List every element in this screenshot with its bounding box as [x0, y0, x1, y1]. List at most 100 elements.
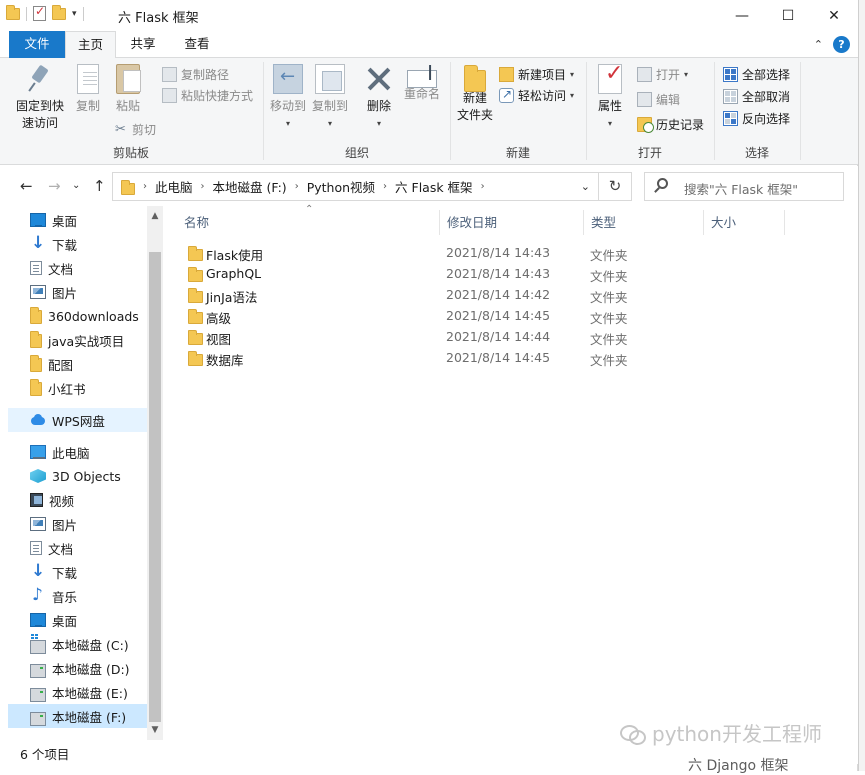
easy-access-button[interactable]: 轻松访问 ▾ [499, 85, 574, 105]
address-history-chevron-icon[interactable]: ⌄ [581, 180, 590, 193]
breadcrumb-python-videos[interactable]: Python视频 [307, 177, 375, 196]
ribbon-controls: ⌃ ? [814, 36, 850, 53]
up-arrow-icon[interactable]: ↑ [93, 177, 106, 195]
copy-to-button[interactable]: 复制到 ▾ [310, 64, 350, 132]
breadcrumb-this-pc[interactable]: 此电脑 [155, 177, 193, 196]
copy-path-button[interactable]: 复制路径 [162, 64, 229, 84]
nav-item-drive-d[interactable]: 本地磁盘 (D:) [30, 656, 163, 680]
select-none-icon [723, 88, 738, 104]
tab-share[interactable]: 共享 [116, 31, 170, 58]
select-all-label: 全部选择 [742, 67, 791, 82]
table-row[interactable]: Flask使用 2021/8/14 14:43 文件夹 [181, 242, 641, 263]
select-none-button[interactable]: 全部取消 [723, 86, 790, 106]
tab-home[interactable]: 主页 [65, 31, 116, 59]
rename-button[interactable]: 重命名 [402, 64, 442, 103]
invert-selection-button[interactable]: 反向选择 [723, 108, 790, 128]
pin-to-quick-access-button[interactable]: 固定到快 速访问 [12, 64, 68, 132]
scrollbar-thumb[interactable] [149, 252, 161, 722]
nav-item-360downloads[interactable]: 360downloads [30, 304, 163, 328]
paste-shortcut-label: 粘贴快捷方式 [181, 88, 254, 103]
cut-button[interactable]: ✂ 剪切 [113, 119, 156, 139]
nav-item-pc-pictures[interactable]: 图片 [30, 512, 163, 536]
properties-quick-icon[interactable] [33, 4, 46, 21]
nav-item-drive-c[interactable]: 本地磁盘 (C:) [30, 632, 163, 656]
nav-item-pc-documents[interactable]: 文档 [30, 536, 163, 560]
group-divider [800, 62, 801, 160]
help-icon[interactable]: ? [833, 36, 850, 53]
scroll-up-arrow-icon[interactable]: ▲ [147, 208, 163, 224]
forward-arrow-icon[interactable]: → [48, 177, 61, 195]
nav-item-desktop[interactable]: 桌面 📌 [30, 208, 163, 232]
column-divider[interactable] [784, 210, 785, 235]
table-row[interactable]: 高级 2021/8/14 14:45 文件夹 [181, 305, 641, 326]
column-header-type[interactable]: 类型 [584, 210, 703, 235]
navigation-pane-scrollbar[interactable]: ▲ ▼ [147, 206, 163, 740]
properties-button[interactable]: 属性 ▾ [593, 64, 627, 132]
customize-toolbar-chevron-icon[interactable]: ▾ [72, 9, 77, 19]
nav-item-drive-e[interactable]: 本地磁盘 (E:) [30, 680, 163, 704]
new-folder-button[interactable]: 新建 文件夹 [455, 64, 495, 124]
folder-icon [121, 180, 135, 195]
column-header-size[interactable]: 大小 [704, 210, 784, 235]
collapse-ribbon-icon[interactable]: ⌃ [814, 38, 823, 51]
nav-item-pc-desktop[interactable]: 桌面 [30, 608, 163, 632]
tab-file[interactable]: 文件 [9, 31, 65, 58]
new-folder-quick-icon[interactable] [52, 4, 66, 20]
scroll-down-arrow-icon[interactable]: ▼ [147, 722, 163, 738]
close-button[interactable]: ✕ [811, 0, 857, 31]
nav-item-this-pc[interactable]: 此电脑 [8, 440, 148, 464]
search-box[interactable]: 搜索"六 Flask 框架" [644, 172, 844, 201]
nav-item-drive-f[interactable]: 本地磁盘 (F:) [8, 704, 148, 728]
breadcrumb-chevron-icon[interactable]: › [295, 181, 299, 192]
select-all-button[interactable]: 全部选择 [723, 64, 790, 84]
breadcrumb-chevron-icon[interactable]: › [143, 181, 147, 192]
nav-item-java-projects[interactable]: java实战项目 [30, 328, 163, 352]
edit-button[interactable]: 编辑 [637, 89, 680, 109]
nav-item-music[interactable]: 音乐 [30, 584, 163, 608]
breadcrumb-chevron-icon[interactable]: › [481, 181, 485, 192]
open-button[interactable]: 打开 ▾ [637, 64, 688, 84]
nav-item-3d-objects[interactable]: 3D Objects [30, 464, 163, 488]
breadcrumb-chevron-icon[interactable]: › [383, 181, 387, 192]
table-row[interactable]: 视图 2021/8/14 14:44 文件夹 [181, 326, 641, 347]
minimize-button[interactable]: — [719, 0, 765, 31]
nav-item-pictures[interactable]: 图片 📌 [30, 280, 163, 304]
nav-item-xiaohongshu[interactable]: 小红书 [30, 376, 163, 400]
nav-item-images[interactable]: 配图 [30, 352, 163, 376]
tab-view[interactable]: 查看 [170, 31, 224, 58]
table-row[interactable]: JinJa语法 2021/8/14 14:42 文件夹 [181, 284, 641, 305]
download-icon [30, 561, 46, 581]
nav-item-documents[interactable]: 文档 📌 [30, 256, 163, 280]
toolbar-divider [26, 6, 27, 21]
paste-button[interactable]: 粘贴 [110, 64, 146, 115]
nav-item-videos[interactable]: 视频 [30, 488, 163, 512]
copy-to-icon [315, 64, 345, 94]
breadcrumb: › 此电脑 › 本地磁盘 (F:) › Python视频 › 六 Flask 框… [143, 173, 493, 200]
nav-item-downloads[interactable]: 下载 📌 [30, 232, 163, 256]
table-row[interactable]: 数据库 2021/8/14 14:45 文件夹 [181, 347, 641, 368]
nav-item-label: 下载 [52, 237, 78, 253]
delete-button[interactable]: 删除 ▾ [362, 64, 396, 132]
file-name: JinJa语法 [206, 290, 258, 305]
breadcrumb-chevron-icon[interactable]: › [201, 181, 205, 192]
nav-item-wps-cloud[interactable]: WPS网盘 [8, 408, 148, 432]
recent-locations-chevron-icon[interactable]: ⌄ [72, 180, 80, 191]
column-header-name[interactable]: 名称 [177, 210, 439, 235]
maximize-button[interactable]: ☐ [765, 0, 811, 31]
copy-button[interactable]: 复制 [70, 64, 106, 115]
column-header-modified[interactable]: 修改日期 [440, 210, 583, 235]
nav-item-pc-downloads[interactable]: 下载 [30, 560, 163, 584]
table-row[interactable]: GraphQL 2021/8/14 14:43 文件夹 [181, 263, 641, 284]
new-item-button[interactable]: 新建项目 ▾ [499, 64, 574, 84]
breadcrumb-drive-f[interactable]: 本地磁盘 (F:) [213, 177, 287, 196]
address-bar[interactable]: › 此电脑 › 本地磁盘 (F:) › Python视频 › 六 Flask 框… [112, 172, 599, 201]
move-to-button[interactable]: 移动到 ▾ [268, 64, 308, 132]
refresh-icon[interactable]: ↻ [599, 172, 632, 201]
new-folder-label-line1: 新建 [462, 91, 487, 105]
select-none-label: 全部取消 [742, 89, 791, 104]
paste-shortcut-button[interactable]: 粘贴快捷方式 [162, 85, 253, 105]
history-button[interactable]: 历史记录 [637, 114, 704, 134]
breadcrumb-flask[interactable]: 六 Flask 框架 [395, 177, 473, 196]
window-title: 六 Flask 框架 [118, 11, 199, 26]
back-arrow-icon[interactable]: ← [20, 177, 33, 195]
